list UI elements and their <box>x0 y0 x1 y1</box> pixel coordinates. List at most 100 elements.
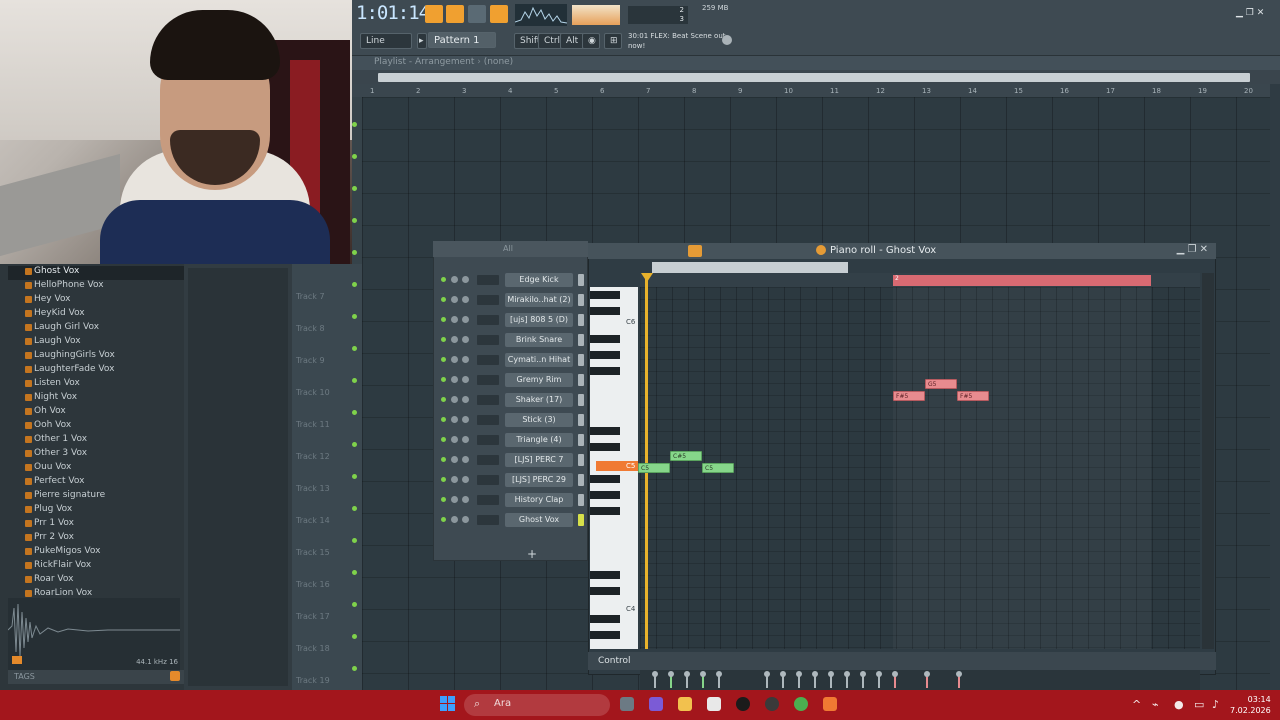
track-mute-led[interactable] <box>352 314 357 319</box>
black-key[interactable] <box>590 571 620 579</box>
channel-mixer-track[interactable] <box>477 495 499 505</box>
channel-name-button[interactable]: Cymati..n Hihat <box>505 353 573 367</box>
channel-mixer-track[interactable] <box>477 295 499 305</box>
channel-pan-knob[interactable] <box>451 376 458 383</box>
channel-select-indicator[interactable] <box>578 494 584 506</box>
display-icon[interactable]: ▭ <box>1194 698 1204 711</box>
channel-pan-knob[interactable] <box>451 396 458 403</box>
browser-item[interactable]: LaughingGirls Vox <box>25 350 115 364</box>
black-key[interactable] <box>590 587 620 595</box>
channel-select-indicator[interactable] <box>578 374 584 386</box>
tempo-button[interactable] <box>446 5 464 23</box>
channel-select-indicator[interactable] <box>578 454 584 466</box>
task-view-icon[interactable] <box>620 697 634 711</box>
black-key[interactable] <box>590 351 620 359</box>
channel-pan-knob[interactable] <box>451 496 458 503</box>
channel-pan-knob[interactable] <box>451 476 458 483</box>
velocity-bar[interactable] <box>828 671 834 688</box>
note[interactable]: G5 <box>925 379 957 389</box>
channel-row[interactable]: [ujs] 808 5 (D) <box>433 311 584 329</box>
channel-pan-knob[interactable] <box>451 456 458 463</box>
track-mute-led[interactable] <box>352 602 357 607</box>
taskbar-search[interactable]: ⌕ Ara <box>464 694 610 716</box>
browser-item[interactable]: Pierre signature <box>25 490 105 504</box>
channel-mute-led[interactable] <box>441 357 446 362</box>
black-key[interactable] <box>590 427 620 435</box>
velocity-bar[interactable] <box>892 671 898 688</box>
track-label[interactable]: Track 10 <box>296 388 330 397</box>
channel-filter[interactable]: All <box>503 244 513 253</box>
teams-icon[interactable] <box>649 697 663 711</box>
browser-item[interactable]: Perfect Vox <box>25 476 84 490</box>
browser-item[interactable]: Laugh Vox <box>25 336 81 350</box>
browser-item[interactable]: Prr 2 Vox <box>25 532 74 546</box>
store-icon[interactable] <box>707 697 721 711</box>
channel-name-button[interactable]: Shaker (17) <box>505 393 573 407</box>
track-label[interactable]: Track 16 <box>296 580 330 589</box>
channel-mute-led[interactable] <box>441 317 446 322</box>
channel-pan-knob[interactable] <box>451 336 458 343</box>
snap-tool-select[interactable]: Line <box>360 33 412 49</box>
velocity-bar[interactable] <box>796 671 802 688</box>
channel-mute-led[interactable] <box>441 457 446 462</box>
velocity-bar[interactable] <box>876 671 882 688</box>
black-key[interactable] <box>590 367 620 375</box>
channel-volume-knob[interactable] <box>462 356 469 363</box>
channel-name-button[interactable]: Edge Kick <box>505 273 573 287</box>
channel-select-indicator[interactable] <box>578 294 584 306</box>
channel-volume-knob[interactable] <box>462 516 469 523</box>
browser-item[interactable]: Ooh Vox <box>25 420 71 434</box>
piano-roll-overview-scrollbar[interactable] <box>652 262 848 273</box>
velocity-bar[interactable] <box>764 671 770 688</box>
velocity-bar[interactable] <box>668 671 674 688</box>
channel-select-indicator[interactable] <box>578 414 584 426</box>
track-label[interactable]: Track 12 <box>296 452 330 461</box>
track-label[interactable]: Track 7 <box>296 292 325 301</box>
channel-row[interactable]: Stick (3) <box>433 411 584 429</box>
track-mute-led[interactable] <box>352 378 357 383</box>
channel-mute-led[interactable] <box>441 277 446 282</box>
channel-mixer-track[interactable] <box>477 315 499 325</box>
velocity-bar[interactable] <box>700 671 706 688</box>
add-channel-button[interactable]: + <box>527 547 537 561</box>
track-mute-led[interactable] <box>352 250 357 255</box>
mixer-icon[interactable]: ◉ <box>582 33 600 49</box>
channel-select-indicator[interactable] <box>578 474 584 486</box>
black-key[interactable] <box>590 491 620 499</box>
tray-chevron-icon[interactable]: ^ <box>1132 698 1141 711</box>
store-icon[interactable]: ⊞ <box>604 33 622 49</box>
alt-button[interactable]: Alt <box>560 33 585 49</box>
pattern-selector[interactable]: Pattern 1 <box>428 32 496 48</box>
track-label[interactable]: Track 9 <box>296 356 325 365</box>
channel-pan-knob[interactable] <box>451 296 458 303</box>
channel-name-button[interactable]: Gremy Rim <box>505 373 573 387</box>
browser-item[interactable]: HelloPhone Vox <box>25 280 104 294</box>
black-key[interactable] <box>590 443 620 451</box>
channel-name-button[interactable]: Mirakilo..hat (2) <box>505 293 573 307</box>
browser-item[interactable]: Roar Vox <box>25 574 73 588</box>
channel-mute-led[interactable] <box>441 477 446 482</box>
channel-mixer-track[interactable] <box>477 475 499 485</box>
browser-item[interactable]: Ouu Vox <box>25 462 71 476</box>
channel-pan-knob[interactable] <box>451 276 458 283</box>
event-editor-bar[interactable] <box>588 652 1216 670</box>
note[interactable]: C#5 <box>670 451 702 461</box>
track-mute-led[interactable] <box>352 218 357 223</box>
channel-volume-knob[interactable] <box>462 496 469 503</box>
channel-name-button[interactable]: History Clap <box>505 493 573 507</box>
track-mute-led[interactable] <box>352 410 357 415</box>
channel-name-button[interactable]: Triangle (4) <box>505 433 573 447</box>
channel-mute-led[interactable] <box>441 397 446 402</box>
channel-volume-knob[interactable] <box>462 276 469 283</box>
playhead[interactable] <box>645 273 648 649</box>
microphone-icon[interactable]: ● <box>1174 698 1184 711</box>
channel-mute-led[interactable] <box>441 377 446 382</box>
piano-roll-menu-icon[interactable] <box>816 245 826 255</box>
channel-volume-knob[interactable] <box>462 316 469 323</box>
channel-mute-led[interactable] <box>441 517 446 522</box>
velocity-bar[interactable] <box>812 671 818 688</box>
taskbar-clock[interactable]: 03:14 7.02.2026 <box>1230 694 1271 716</box>
track-mute-led[interactable] <box>352 666 357 671</box>
chrome-icon[interactable] <box>794 697 808 711</box>
browser-item[interactable]: HeyKid Vox <box>25 308 85 322</box>
